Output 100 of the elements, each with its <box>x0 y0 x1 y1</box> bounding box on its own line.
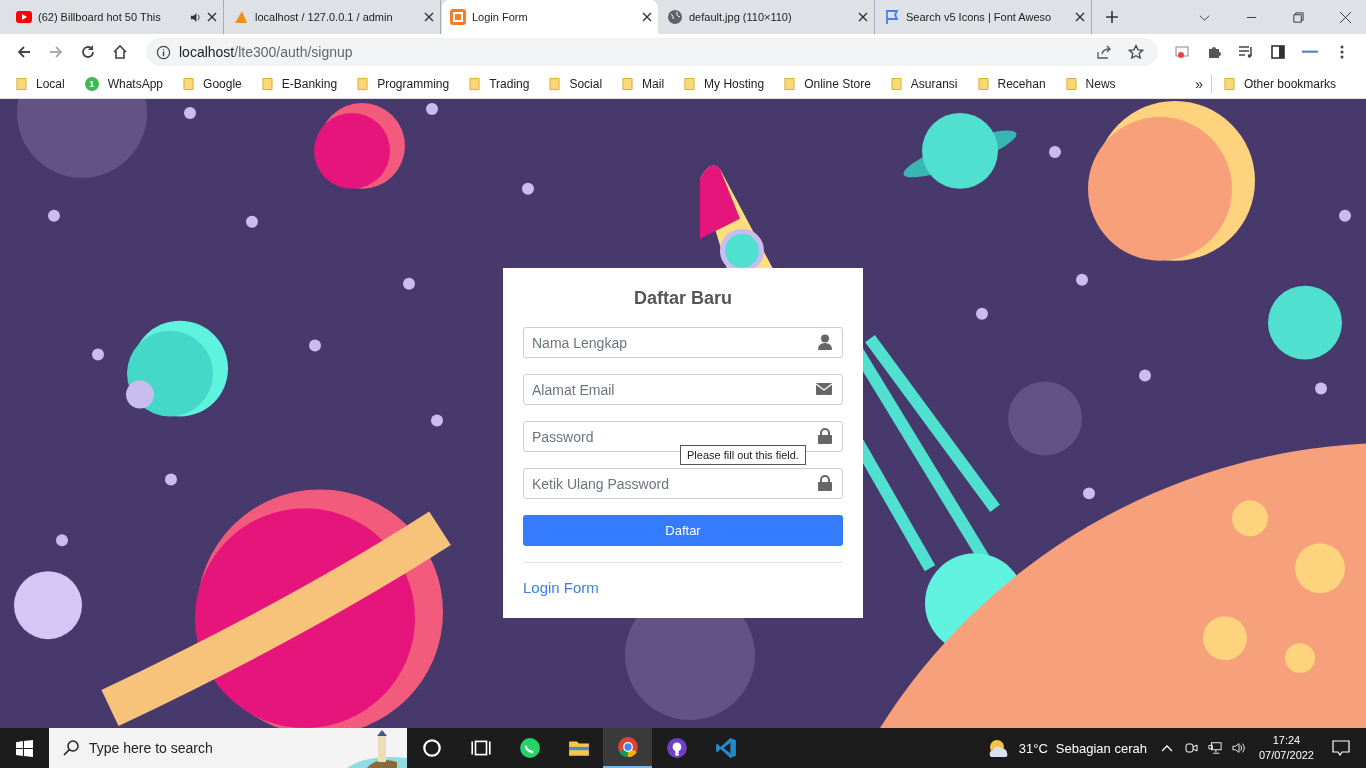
star-dot <box>1339 209 1351 222</box>
new-tab-icon[interactable] <box>1105 10 1119 24</box>
star-dot <box>522 182 534 195</box>
address-bar[interactable]: localhost/lte300/auth/signup <box>146 38 1158 66</box>
xampp-icon <box>450 9 466 25</box>
camera-icon[interactable] <box>1183 741 1198 755</box>
speaker-icon[interactable] <box>1231 741 1246 755</box>
globe-icon <box>667 9 683 25</box>
folder-icon <box>469 77 481 91</box>
bookmark[interactable]: Asuransi <box>890 77 958 91</box>
bookmark[interactable]: E-Banking <box>261 77 338 91</box>
close-icon[interactable] <box>1339 10 1352 24</box>
info-icon <box>156 44 171 60</box>
close-icon[interactable] <box>207 12 217 22</box>
sail-icon <box>233 9 249 25</box>
envelope-icon <box>816 383 832 395</box>
cast-icon[interactable] <box>1174 44 1190 60</box>
lock-icon <box>818 475 832 491</box>
close-icon[interactable] <box>424 12 434 22</box>
folder-icon <box>261 77 273 91</box>
input-field[interactable]: Alamat Email <box>523 374 843 405</box>
tab-title: Login Form <box>472 11 529 23</box>
bookmark[interactable]: 1 WhatsApp <box>84 77 164 91</box>
clock-date[interactable]: 07/07/2022 <box>1258 748 1314 763</box>
star-dot <box>246 215 258 228</box>
folder-icon <box>622 77 634 91</box>
star-icon[interactable] <box>1128 44 1144 60</box>
circle-icon <box>420 737 443 759</box>
taskbar-search-field[interactable]: Type here to search <box>49 728 407 768</box>
bookmark[interactable]: Google <box>183 77 242 91</box>
side-panel-icon[interactable] <box>1270 44 1286 60</box>
bookmark[interactable]: Online Store <box>784 77 871 91</box>
submit-button[interactable]: Daftar <box>523 515 843 546</box>
star-dot <box>1076 273 1088 286</box>
bookmark[interactable]: Programming <box>357 77 450 91</box>
folder-icon <box>16 77 27 91</box>
folder-icon <box>549 77 561 91</box>
close-icon[interactable] <box>642 12 652 22</box>
folder-icon <box>977 77 989 91</box>
bookmark[interactable]: My Hosting <box>684 77 765 91</box>
windows-start-icon[interactable] <box>16 739 33 757</box>
weather-text: Sebagian cerah <box>1055 740 1147 756</box>
lock-icon <box>818 428 832 444</box>
chrome-icon <box>616 736 639 758</box>
validation-tooltip: Please fill out this field. <box>680 445 806 465</box>
clock-time[interactable]: 17:24 <box>1272 733 1301 748</box>
restore-icon[interactable] <box>1292 10 1305 24</box>
close-icon[interactable] <box>858 12 868 22</box>
folder-icon <box>784 77 796 91</box>
temperature-text: 31°C <box>1018 740 1048 756</box>
speaker-icon[interactable] <box>190 11 201 23</box>
star-dot <box>403 277 415 290</box>
star-dot <box>1049 145 1061 158</box>
url-text: localhost/lte300/auth/signup <box>179 44 353 60</box>
tab-title: localhost / 127.0.0.1 / admin <box>255 11 394 23</box>
browser-tab[interactable]: Login Form <box>442 0 658 34</box>
folder-icon <box>890 77 902 91</box>
star-dot <box>431 414 443 427</box>
bookmark[interactable]: Trading <box>469 77 530 91</box>
puzzle-icon[interactable] <box>1206 44 1222 60</box>
notification-badge: 1 <box>84 77 99 91</box>
share-icon[interactable] <box>1096 44 1112 60</box>
bookmark[interactable]: News <box>1065 77 1116 91</box>
taskbar-app[interactable] <box>603 728 652 768</box>
close-icon[interactable] <box>1075 12 1085 22</box>
tab-title: Search v5 Icons | Font Aweso <box>906 11 1053 23</box>
star-dot <box>309 339 321 352</box>
back-icon[interactable] <box>16 44 32 60</box>
star-dot <box>165 473 177 486</box>
home-icon[interactable] <box>112 44 128 60</box>
bookmark[interactable]: Recehan <box>977 77 1046 91</box>
media-icon[interactable] <box>1238 44 1254 60</box>
notification-icon[interactable] <box>1332 740 1350 756</box>
tab-title: default.jpg (110×110) <box>689 11 793 23</box>
bookmark[interactable]: Other bookmarks <box>1223 77 1336 91</box>
user-icon <box>818 334 832 350</box>
network-icon[interactable] <box>1207 741 1222 755</box>
bookmark[interactable]: Mail <box>622 77 665 91</box>
star-dot <box>92 348 104 361</box>
folder-icon <box>684 77 696 91</box>
input-field[interactable]: Nama Lengkap <box>523 327 843 358</box>
tab-title: (62) Billboard hot 50 This <box>38 11 162 23</box>
bookmark[interactable]: Local <box>16 77 65 91</box>
chat-bubble-icon <box>518 737 541 759</box>
star-dot <box>184 107 196 119</box>
star-dot <box>426 103 438 115</box>
folder-icon <box>357 77 369 91</box>
play-icon <box>16 9 32 25</box>
more-bookmarks-button[interactable]: » <box>1195 76 1203 92</box>
folder-icon <box>1223 77 1235 91</box>
code-editor-icon <box>714 737 737 759</box>
flag-icon <box>884 9 900 25</box>
login-link[interactable]: Login Form <box>523 579 599 596</box>
star-dot <box>1083 487 1095 500</box>
folder-icon <box>183 77 195 91</box>
reload-icon[interactable] <box>80 44 96 60</box>
bookmark[interactable]: Social <box>549 77 603 91</box>
star-dot <box>1139 369 1151 382</box>
input-field[interactable]: Ketik Ulang Password <box>523 468 843 499</box>
form-title: Daftar Baru <box>633 288 733 309</box>
